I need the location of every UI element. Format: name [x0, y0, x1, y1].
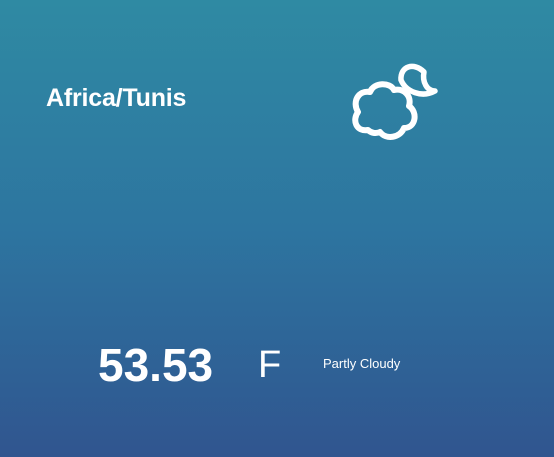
weather-condition: Partly Cloudy	[323, 356, 401, 371]
temperature-unit: F	[258, 344, 282, 386]
timezone-label: Africa/Tunis	[46, 84, 187, 112]
weather-card: Africa/Tunis 53.53 F Partly Cloudy	[0, 0, 554, 457]
cloud-moon-icon	[352, 63, 438, 140]
temperature-value: 53.53	[98, 339, 214, 391]
